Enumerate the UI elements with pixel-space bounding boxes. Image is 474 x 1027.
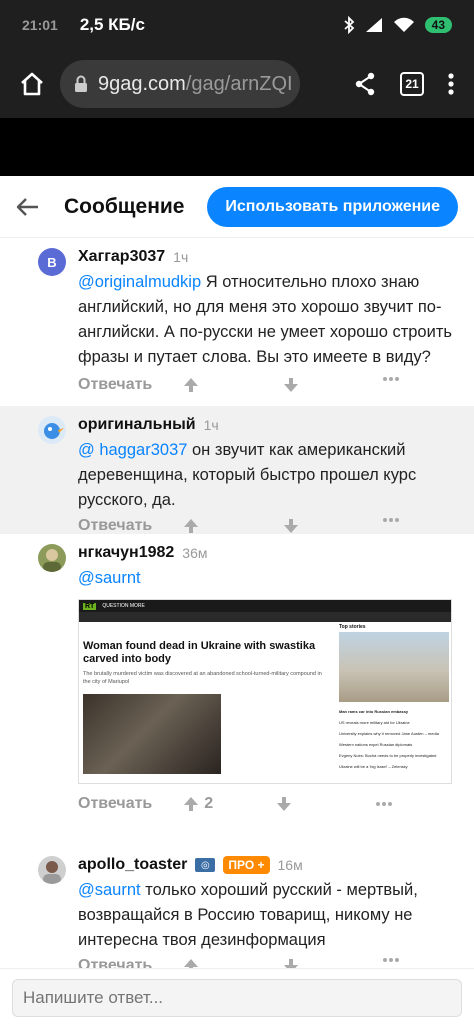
embed-side-item: US reveals more military aid for Ukraine: [339, 720, 410, 725]
person-avatar-icon: [43, 549, 61, 572]
embed-question-more: QUESTION MORE: [102, 603, 145, 609]
upvote-button[interactable]: 2: [182, 795, 213, 813]
upvote-icon[interactable]: [182, 376, 200, 394]
embed-side-headline: Man rams car into Russian embassy: [339, 709, 409, 714]
un-flag-icon: ◎: [195, 858, 216, 872]
comment-item: apollo_toaster ◎ ПРО + 16м @saurnt тольк…: [0, 840, 474, 968]
embed-topnav: RT QUESTION MORE: [79, 600, 451, 612]
reply-button[interactable]: Отвечать: [78, 957, 152, 968]
bird-avatar-icon: [44, 423, 64, 439]
home-button[interactable]: [12, 64, 52, 104]
comment-time: 16м: [277, 857, 303, 873]
more-vert-icon[interactable]: [448, 73, 454, 95]
embed-side-item: Ukraine will be a 'big Israel' – Zelensk…: [339, 764, 408, 769]
downvote-icon[interactable]: [282, 517, 300, 535]
mention-link[interactable]: @saurnt: [78, 881, 141, 899]
comment-item: оригинальный 1ч @ haggar3037 он звучит к…: [0, 406, 474, 534]
wifi-icon: [393, 17, 414, 32]
status-icons: 43: [343, 16, 452, 34]
reply-button[interactable]: Отвечать: [78, 517, 152, 535]
more-horiz-icon[interactable]: [382, 957, 400, 963]
url-path: /gag/arnZQI: [185, 72, 293, 95]
comment-time: 1ч: [173, 249, 189, 265]
person-avatar-icon: [43, 861, 61, 884]
reply-button[interactable]: Отвечать: [78, 795, 152, 813]
comment-item: нгкачун1982 36м @saurnt RT QUESTION MORE…: [0, 534, 474, 840]
reply-input[interactable]: [12, 979, 462, 1017]
comment-actions: Отвечать 2: [78, 784, 458, 824]
comment-text: @originalmudkip Я относительно плохо зна…: [78, 270, 458, 370]
embed-side-list: Man rams car into Russian embassy US rev…: [339, 706, 449, 772]
avatar[interactable]: [38, 544, 66, 572]
downvote-icon[interactable]: [275, 795, 293, 813]
battery-indicator: 43: [424, 17, 452, 33]
share-icon[interactable]: [354, 72, 376, 96]
page-title: Сообщение: [64, 194, 185, 218]
mention-link[interactable]: @originalmudkip: [78, 273, 201, 291]
comment-time: 1ч: [203, 417, 219, 433]
downvote-icon[interactable]: [282, 376, 300, 394]
upvote-icon[interactable]: [182, 517, 200, 535]
comment-actions: Отвечать: [78, 953, 458, 968]
embed-side-item: Western nations expel Russian diplomats: [339, 742, 413, 747]
embed-headline: Woman found dead in Ukraine with swastik…: [83, 640, 316, 665]
comment-time: 36м: [182, 545, 208, 561]
downvote-icon[interactable]: [282, 957, 300, 968]
upvote-count: 2: [204, 795, 214, 812]
comment-list: B Хаггар3037 1ч @originalmudkip Я относи…: [0, 238, 474, 968]
avatar[interactable]: [38, 856, 66, 884]
embed-side-item: Evgeny Noirs: Bucha needs to be properly…: [339, 753, 437, 758]
more-horiz-icon[interactable]: [382, 376, 400, 382]
embed-subnav: [79, 612, 451, 622]
pro-badge: ПРО +: [223, 856, 270, 874]
comment-text: @saurnt только хороший русский - мертвый…: [78, 878, 458, 953]
home-icon: [21, 72, 43, 96]
avatar[interactable]: [38, 416, 66, 444]
back-button[interactable]: [16, 192, 46, 222]
use-app-button[interactable]: Использовать приложение: [207, 186, 458, 227]
username[interactable]: apollo_toaster: [78, 856, 187, 874]
username[interactable]: нгкачун1982: [78, 544, 174, 562]
comment-item: B Хаггар3037 1ч @originalmudkip Я относи…: [0, 238, 474, 406]
lock-icon: [75, 75, 87, 92]
comment-text: @saurnt: [78, 566, 458, 591]
back-arrow-icon: [16, 197, 38, 216]
bluetooth-icon: [344, 16, 354, 34]
embed-side-title: Top stories: [339, 624, 366, 630]
embed-side-item: University explains why it removed Jane …: [339, 731, 439, 736]
status-bar: 21:01 2,5 КБ/с 43: [0, 0, 474, 50]
embed-side-photo: [339, 632, 449, 702]
avatar[interactable]: B: [38, 248, 66, 276]
upvote-icon[interactable]: [182, 957, 200, 968]
tabs-button[interactable]: 21: [400, 72, 424, 96]
signal-icon: [365, 18, 382, 32]
network-speed: 2,5 КБ/с: [79, 15, 145, 34]
more-horiz-icon[interactable]: [375, 801, 393, 807]
status-time: 21:01: [22, 17, 58, 33]
embed-subheadline: The brutally murdered victim was discove…: [83, 671, 322, 685]
comment-text: @ haggar3037 он звучит как американский …: [78, 438, 458, 513]
browser-toolbar: 9gag.com/gag/arnZQI 21: [0, 50, 474, 118]
embed-photo: [83, 694, 221, 774]
url-host: 9gag.com: [98, 72, 186, 95]
reply-button[interactable]: Отвечать: [78, 376, 152, 394]
black-banner: [0, 118, 474, 176]
url-bar[interactable]: 9gag.com/gag/arnZQI: [60, 60, 300, 108]
app-header: Сообщение Использовать приложение: [0, 176, 474, 238]
comment-actions: Отвечать: [78, 370, 458, 398]
embedded-screenshot[interactable]: RT QUESTION MORE Woman found dead in Ukr…: [78, 599, 452, 784]
mention-link[interactable]: @saurnt: [78, 569, 141, 587]
username[interactable]: Хаггар3037: [78, 248, 165, 266]
more-horiz-icon[interactable]: [382, 517, 400, 523]
mention-link[interactable]: @ haggar3037: [78, 441, 187, 459]
username[interactable]: оригинальный: [78, 416, 196, 434]
reply-bar: [0, 968, 474, 1027]
upvote-icon: [184, 797, 199, 811]
embed-brand: RT: [83, 602, 97, 610]
